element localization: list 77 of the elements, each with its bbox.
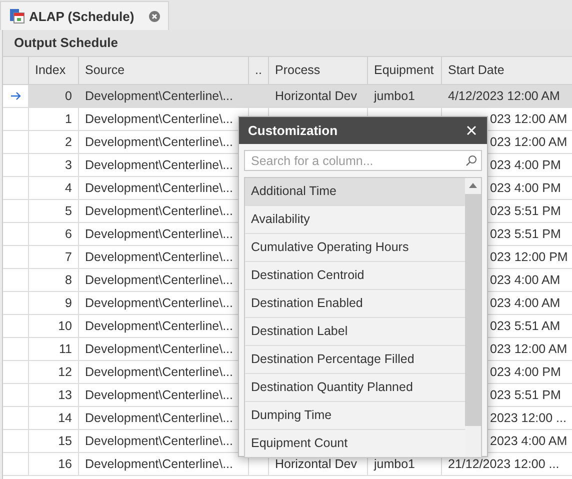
table-row[interactable]: 0 Development\Centerline\... Horizontal Dev jumbo1 4/12/2023 12:00 AM <box>3 85 572 108</box>
table-cell: Development\Centerline\... <box>85 365 233 379</box>
table-cell: Development\Centerline\... <box>85 227 233 241</box>
table-cell: jumbo1 <box>374 89 415 103</box>
table-cell: Development\Centerline\... <box>85 181 233 195</box>
table-cell: 8 <box>65 273 72 287</box>
scrollbar[interactable] <box>465 178 481 457</box>
table-cell: 023 5:51 PM <box>490 204 561 218</box>
table-cell: 4/12/2023 12:00 AM <box>448 89 560 103</box>
table-cell: 023 5:51 AM <box>490 319 560 333</box>
column-header[interactable]: Source <box>78 57 248 84</box>
table-cell: 023 12:00 AM <box>490 112 568 126</box>
table-cell: Development\Centerline\... <box>85 158 233 172</box>
column-header[interactable]: Equipment <box>367 57 441 84</box>
search-icon <box>466 155 477 166</box>
table-cell: 2023 4:00 AM <box>490 434 568 448</box>
table-cell: 023 4:00 PM <box>490 158 561 172</box>
panel-title: Output Schedule <box>3 30 572 57</box>
table-cell: 7 <box>65 250 72 264</box>
table-cell: 14 <box>58 411 72 425</box>
table-cell: 2023 12:00 ... <box>490 411 566 425</box>
table-cell: Development\Centerline\... <box>85 135 233 149</box>
close-icon[interactable] <box>149 10 160 22</box>
column-list-item[interactable]: Additional Time <box>245 178 465 206</box>
scroll-up-icon[interactable] <box>469 183 477 188</box>
table-cell: Development\Centerline\... <box>85 411 233 425</box>
table-cell: jumbo1 <box>374 457 415 471</box>
table-cell: 4 <box>65 181 72 195</box>
scroll-thumb[interactable] <box>465 194 481 426</box>
dialog-title: Customization <box>248 123 338 138</box>
table-cell: 023 4:00 PM <box>490 181 561 195</box>
table-cell: 13 <box>58 388 72 402</box>
column-header[interactable]: Index <box>28 57 78 84</box>
table-cell: 6 <box>65 227 72 241</box>
table-cell: 3 <box>65 158 72 172</box>
table-cell: 12 <box>58 365 72 379</box>
table-cell: 15 <box>58 434 72 448</box>
arrow-icon <box>10 92 20 100</box>
table-cell: 023 4:00 AM <box>490 273 560 287</box>
table-row[interactable]: 16 Development\Centerline\... Horizontal Dev jumbo1 21/12/2023 12:00 ... <box>3 453 572 476</box>
table-cell: 023 12:00 AM <box>490 342 568 356</box>
table-cell: Development\Centerline\... <box>85 457 233 471</box>
table-cell: Development\Centerline\... <box>85 319 233 333</box>
table-cell: Development\Centerline\... <box>85 342 233 356</box>
table-cell: 023 12:00 PM <box>490 250 568 264</box>
table-cell: Development\Centerline\... <box>85 112 233 126</box>
table-cell: 9 <box>65 296 72 310</box>
table-cell: Development\Centerline\... <box>85 388 233 402</box>
table-cell: Horizontal Dev <box>275 457 357 471</box>
column-header[interactable]: Start Date <box>441 57 572 84</box>
table-cell: Development\Centerline\... <box>85 296 233 310</box>
table-cell: 1 <box>65 112 72 126</box>
table-cell: 023 5:51 PM <box>490 388 561 402</box>
table-cell: 0 <box>65 89 72 103</box>
table-cell: Horizontal Dev <box>275 89 357 103</box>
search-field[interactable]: Search for a column... <box>244 150 482 171</box>
table-cell: Development\Centerline\... <box>85 434 233 448</box>
table-cell: 11 <box>59 342 72 356</box>
table-cell: 21/12/2023 12:00 ... <box>448 457 560 471</box>
column-header[interactable]: .. <box>248 57 268 84</box>
table-cell: 023 12:00 AM <box>490 135 568 149</box>
table-cell: Development\Centerline\... <box>85 89 233 103</box>
table-cell: 5 <box>65 204 72 218</box>
table-cell: 10 <box>58 319 72 333</box>
table-cell: 2 <box>65 135 72 149</box>
table-cell: Development\Centerline\... <box>85 250 233 264</box>
table-cell: 023 4:00 AM <box>490 296 560 310</box>
column-header[interactable]: Process <box>268 57 367 84</box>
tab-title: ALAP (Schedule) <box>29 8 134 24</box>
document-tab[interactable]: ALAP (Schedule) <box>0 1 169 30</box>
table-cell: 023 5:51 PM <box>490 227 561 241</box>
close-icon[interactable] <box>467 126 476 135</box>
table-cell: 16 <box>58 457 72 471</box>
table-cell: Development\Centerline\... <box>85 204 233 218</box>
calendar-icon <box>9 8 25 24</box>
table-cell: Development\Centerline\... <box>85 273 233 287</box>
table-cell: 023 4:00 PM <box>490 365 561 379</box>
